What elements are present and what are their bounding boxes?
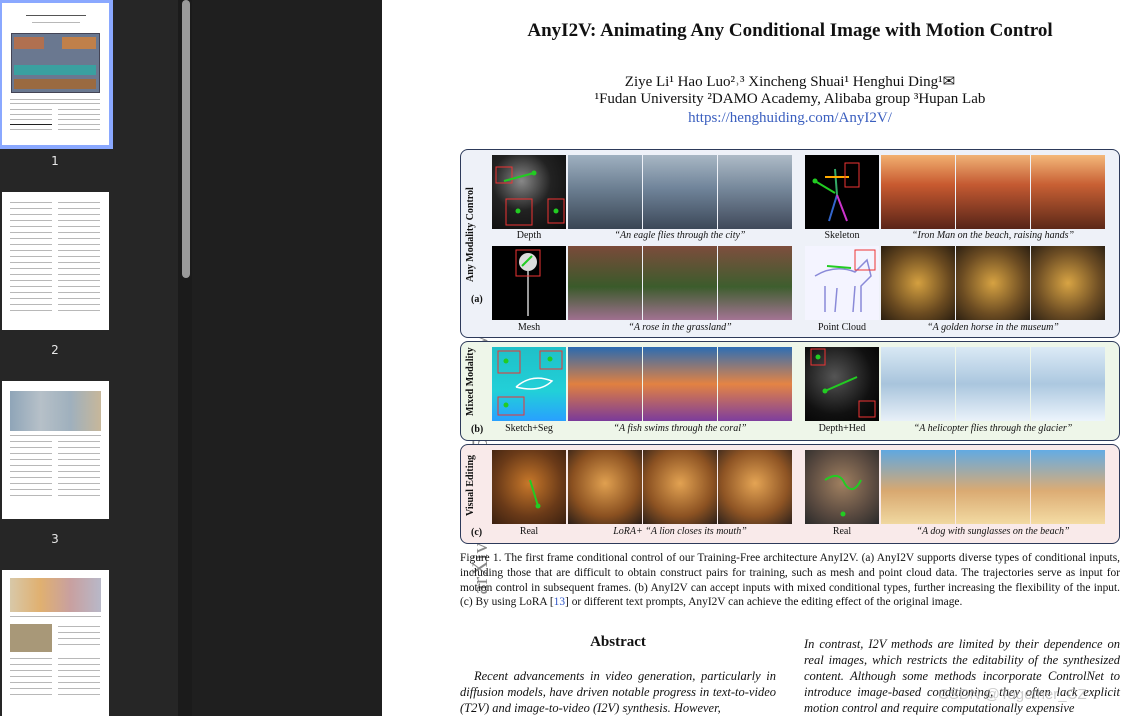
page-thumbnail-1[interactable]: [0, 0, 113, 149]
caption-mesh: Mesh: [517, 322, 541, 333]
rose-frame-2: [643, 246, 717, 320]
caption-depthhed: Depth+Hed: [818, 423, 866, 434]
citation-link[interactable]: 13: [554, 596, 565, 608]
document-page: arXiv:2507.02857v1 [cs.CV] 3 Jul 2025 An…: [382, 0, 1140, 716]
sidebar-scrollbar-thumb[interactable]: [182, 0, 190, 278]
fish-frame-1: [568, 347, 642, 421]
caption-dog: “A dog with sunglasses on the beach”: [881, 526, 1105, 537]
panel-c-label: Visual Editing: [465, 454, 476, 516]
depthhed-condition-image: [805, 347, 879, 421]
caption-fish: “A fish swims through the coral”: [568, 423, 792, 434]
lion-frame-3: [718, 450, 792, 524]
pointcloud-condition-image: [805, 246, 879, 320]
abstract-left-column: Recent advancements in video generation,…: [460, 669, 776, 715]
dog-frame-1: [881, 450, 955, 524]
caption-sketchseg: Sketch+Seg: [505, 423, 553, 434]
viewer-background: [192, 0, 382, 716]
horse-frame-3: [1031, 246, 1105, 320]
fish-frame-3: [718, 347, 792, 421]
caption-eagle-text: “An eagle flies through the city”: [614, 230, 746, 241]
caption-helicopter-text: “A helicopter flies through the glacier”: [913, 423, 1073, 434]
figure-caption: Figure 1. The first frame conditional co…: [460, 551, 1120, 610]
eagle-frame-1: [568, 155, 642, 229]
paper-authors: Ziye Li¹ Hao Luo²˒³ Xincheng Shuai¹ Heng…: [624, 74, 956, 90]
page-number-2: 2: [51, 343, 59, 357]
lion-frame-2: [643, 450, 717, 524]
page-thumbnail-4[interactable]: [2, 570, 109, 716]
caption-helicopter: “A helicopter flies through the glacier”: [881, 423, 1105, 434]
thumbnail-sidebar: 1 2 3: [0, 0, 178, 716]
real-cat-image: [805, 450, 879, 524]
caption-horse: “A golden horse in the museum”: [881, 322, 1105, 333]
figure-panel-c: Visual Editing (c) Real LoRA+ “A lion cl…: [460, 444, 1120, 544]
caption-dog-text: “A dog with sunglasses on the beach”: [916, 526, 1070, 537]
ironman-frame-3: [1031, 155, 1105, 229]
panel-a-letter: (a): [471, 294, 483, 305]
ironman-frame-1: [881, 155, 955, 229]
caption-rose-text: “A rose in the grassland”: [628, 322, 732, 333]
helicopter-frame-3: [1031, 347, 1105, 421]
panel-c-letter: (c): [471, 527, 483, 538]
paper-title: AnyI2V: Animating Any Conditional Image …: [527, 20, 1053, 41]
sketchseg-condition-image: [492, 347, 566, 421]
eagle-frame-2: [643, 155, 717, 229]
depth-condition-image: [492, 155, 566, 229]
abstract-right-column: In contrast, I2V methods are limited by …: [804, 637, 1120, 715]
caption-real-1: Real: [519, 526, 539, 537]
caption-horse-text: “A golden horse in the museum”: [927, 322, 1059, 333]
panel-a-label: Any Modality Control: [465, 187, 476, 283]
dog-frame-2: [956, 450, 1030, 524]
helicopter-frame-2: [956, 347, 1030, 421]
caption-ironman-text: “Iron Man on the beach, raising hands”: [911, 230, 1075, 241]
caption-lion: LoRA+ “A lion closes its mouth”: [568, 526, 792, 537]
eagle-frame-3: [718, 155, 792, 229]
page-thumbnail-3[interactable]: [2, 381, 109, 519]
rose-frame-3: [718, 246, 792, 320]
figure-caption-text-2: ] or different text prompts, AnyI2V can …: [565, 596, 963, 609]
lion-frame-1: [568, 450, 642, 524]
caption-pointcloud: Point Cloud: [817, 322, 867, 333]
fish-frame-2: [643, 347, 717, 421]
dog-frame-3: [1031, 450, 1105, 524]
horse-frame-1: [881, 246, 955, 320]
abstract-heading: Abstract: [590, 634, 646, 650]
caption-depth: Depth: [516, 230, 542, 241]
paper-affiliations: ¹Fudan University ²DAMO Academy, Alibaba…: [594, 91, 986, 107]
mesh-condition-image: [492, 246, 566, 320]
caption-eagle: “An eagle flies through the city”: [568, 230, 792, 241]
caption-fish-text: “A fish swims through the coral”: [613, 423, 747, 434]
helicopter-frame-1: [881, 347, 955, 421]
real-lion-image: [492, 450, 566, 524]
caption-real-2: Real: [832, 526, 852, 537]
project-link[interactable]: https://henghuiding.com/AnyI2V/: [460, 110, 1120, 127]
figure-panel-a: Any Modality Control (a) Depth “An eagle…: [460, 149, 1120, 338]
caption-skeleton: Skeleton: [824, 230, 860, 241]
figure-panel-b: Mixed Modality (b) Sketch+Seg “A fish sw…: [460, 341, 1120, 441]
csdn-watermark: CSDN @Together_CZ: [938, 686, 1087, 703]
horse-frame-2: [956, 246, 1030, 320]
caption-ironman: “Iron Man on the beach, raising hands”: [881, 230, 1105, 241]
page-thumbnail-2[interactable]: [2, 192, 109, 330]
panel-b-letter: (b): [471, 424, 484, 435]
skeleton-condition-image: [805, 155, 879, 229]
caption-lion-text: LoRA+ “A lion closes its mouth”: [613, 526, 747, 537]
caption-rose: “A rose in the grassland”: [568, 322, 792, 333]
ironman-frame-2: [956, 155, 1030, 229]
panel-b-label: Mixed Modality: [465, 347, 476, 417]
page-number-1: 1: [51, 154, 59, 168]
page-number-3: 3: [51, 532, 59, 546]
rose-frame-1: [568, 246, 642, 320]
